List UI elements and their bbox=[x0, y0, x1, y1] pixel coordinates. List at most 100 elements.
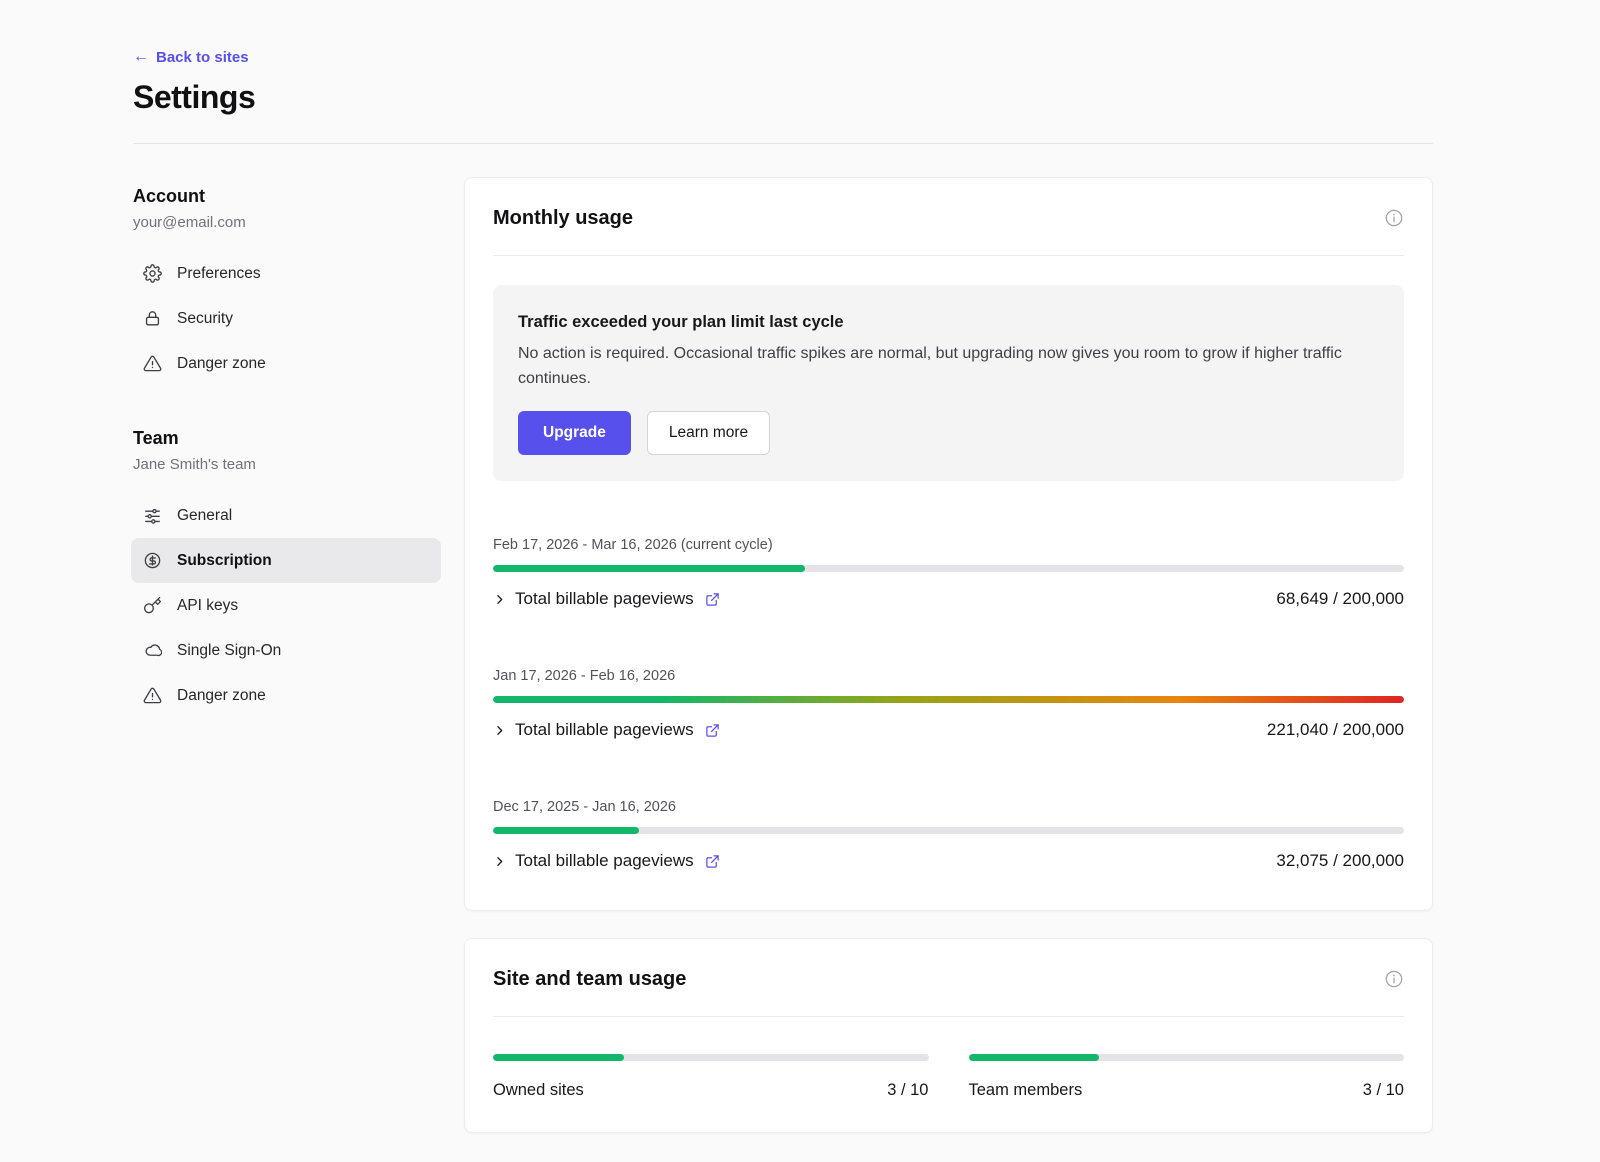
team-members-progress-fill bbox=[969, 1054, 1100, 1061]
sidebar-item-label: Danger zone bbox=[177, 687, 266, 705]
external-link-icon[interactable] bbox=[705, 592, 720, 607]
traffic-exceeded-notice: Traffic exceeded your plan limit last cy… bbox=[493, 285, 1404, 481]
pageviews-expander[interactable]: Total billable pageviews bbox=[493, 720, 720, 740]
cloud-icon bbox=[143, 641, 162, 660]
upgrade-button[interactable]: Upgrade bbox=[518, 411, 631, 455]
team-name: Jane Smith's team bbox=[133, 454, 439, 475]
team-members-progress-bar bbox=[969, 1054, 1405, 1061]
notice-title: Traffic exceeded your plan limit last cy… bbox=[518, 311, 1379, 333]
team-nav: General Subscription API keys bbox=[133, 493, 439, 718]
sidebar-item-security[interactable]: Security bbox=[131, 296, 441, 341]
sidebar-item-label: Subscription bbox=[177, 552, 272, 570]
usage-progress-fill bbox=[493, 565, 805, 572]
account-email: your@email.com bbox=[133, 212, 439, 233]
account-heading: Account bbox=[133, 184, 439, 208]
chevron-right-icon bbox=[493, 724, 506, 737]
team-heading: Team bbox=[133, 426, 439, 450]
usage-value: 221,040 / 200,000 bbox=[1267, 720, 1404, 740]
team-members-labels: Team members 3 / 10 bbox=[969, 1078, 1405, 1102]
team-members-usage: 3 / 10 bbox=[1363, 1078, 1404, 1102]
external-link-icon[interactable] bbox=[705, 854, 720, 869]
usage-progress-bar bbox=[493, 827, 1404, 834]
back-to-sites-link[interactable]: ← Back to sites bbox=[133, 49, 249, 66]
cycle-row: Total billable pageviews 221,040 / 200,0… bbox=[493, 717, 1404, 743]
team-members-label: Team members bbox=[969, 1078, 1083, 1102]
page-title: Settings bbox=[133, 79, 1433, 116]
main-content: Monthly usage Traffic exceeded your plan… bbox=[464, 144, 1433, 1133]
usage-value: 68,649 / 200,000 bbox=[1276, 589, 1404, 609]
back-arrow-icon: ← bbox=[133, 49, 149, 65]
account-nav: Preferences Security Danger zone bbox=[133, 251, 439, 386]
sidebar-item-label: Single Sign-On bbox=[177, 642, 281, 660]
key-icon bbox=[143, 596, 162, 615]
cycle-row: Total billable pageviews 68,649 / 200,00… bbox=[493, 586, 1404, 612]
sidebar-item-danger-zone[interactable]: Danger zone bbox=[131, 341, 441, 386]
usage-progress-bar bbox=[493, 565, 1404, 572]
sidebar-section-team: Team Jane Smith's team General Subscript… bbox=[133, 426, 439, 718]
usage-value: 32,075 / 200,000 bbox=[1276, 851, 1404, 871]
sidebar-item-label: General bbox=[177, 507, 232, 525]
owned-sites-progress-bar bbox=[493, 1054, 929, 1061]
chevron-right-icon bbox=[493, 855, 506, 868]
owned-sites-progress-fill bbox=[493, 1054, 624, 1061]
cycle-period: Dec 17, 2025 - Jan 16, 2026 bbox=[493, 797, 1404, 817]
card-divider bbox=[493, 1016, 1404, 1017]
card-divider bbox=[493, 255, 1404, 256]
content: Account your@email.com Preferences Secur… bbox=[133, 144, 1433, 1133]
usage-progress-fill bbox=[493, 696, 1404, 703]
info-circle-icon[interactable] bbox=[1384, 208, 1404, 228]
monthly-usage-title: Monthly usage bbox=[493, 204, 633, 232]
owned-sites-label: Owned sites bbox=[493, 1078, 584, 1102]
notice-actions: Upgrade Learn more bbox=[518, 411, 1379, 455]
sliders-icon bbox=[143, 506, 162, 525]
notice-body: No action is required. Occasional traffi… bbox=[518, 342, 1379, 391]
warning-triangle-icon bbox=[143, 686, 162, 705]
site-team-usage-title: Site and team usage bbox=[493, 965, 686, 993]
pageviews-label: Total billable pageviews bbox=[515, 851, 694, 871]
monthly-usage-header: Monthly usage bbox=[493, 204, 1404, 232]
cycle-row: Total billable pageviews 32,075 / 200,00… bbox=[493, 848, 1404, 874]
page-header: ← Back to sites Settings bbox=[133, 0, 1433, 116]
pageviews-expander[interactable]: Total billable pageviews bbox=[493, 589, 720, 609]
sidebar-item-label: API keys bbox=[177, 597, 238, 615]
usage-cycle-older: Dec 17, 2025 - Jan 16, 2026 Total billab… bbox=[493, 797, 1404, 874]
monthly-usage-card: Monthly usage Traffic exceeded your plan… bbox=[464, 177, 1433, 911]
owned-sites-labels: Owned sites 3 / 10 bbox=[493, 1078, 929, 1102]
sidebar-item-label: Security bbox=[177, 310, 233, 328]
site-team-usage-card: Site and team usage Owned sites 3 / 10 bbox=[464, 938, 1433, 1133]
sidebar: Account your@email.com Preferences Secur… bbox=[133, 144, 439, 1133]
sidebar-item-general[interactable]: General bbox=[131, 493, 441, 538]
pageviews-expander[interactable]: Total billable pageviews bbox=[493, 851, 720, 871]
lock-icon bbox=[143, 309, 162, 328]
site-team-usage-header: Site and team usage bbox=[493, 965, 1404, 993]
cycle-period: Feb 17, 2026 - Mar 16, 2026 (current cyc… bbox=[493, 535, 1404, 555]
usage-cycle-previous: Jan 17, 2026 - Feb 16, 2026 Total billab… bbox=[493, 666, 1404, 743]
gear-icon bbox=[143, 264, 162, 283]
external-link-icon[interactable] bbox=[705, 723, 720, 738]
team-members-meter: Team members 3 / 10 bbox=[969, 1044, 1405, 1102]
sidebar-item-api-keys[interactable]: API keys bbox=[131, 583, 441, 628]
info-circle-icon[interactable] bbox=[1384, 969, 1404, 989]
sidebar-item-label: Danger zone bbox=[177, 355, 266, 373]
sidebar-item-subscription[interactable]: Subscription bbox=[131, 538, 441, 583]
sidebar-section-account: Account your@email.com Preferences Secur… bbox=[133, 184, 439, 386]
usage-progress-fill bbox=[493, 827, 639, 834]
back-link-label: Back to sites bbox=[156, 49, 249, 66]
learn-more-button[interactable]: Learn more bbox=[647, 411, 770, 455]
warning-triangle-icon bbox=[143, 354, 162, 373]
sidebar-item-label: Preferences bbox=[177, 265, 261, 283]
owned-sites-meter: Owned sites 3 / 10 bbox=[493, 1044, 929, 1102]
usage-progress-bar bbox=[493, 696, 1404, 703]
dollar-circle-icon bbox=[143, 551, 162, 570]
sidebar-item-single-sign-on[interactable]: Single Sign-On bbox=[131, 628, 441, 673]
usage-cycle-current: Feb 17, 2026 - Mar 16, 2026 (current cyc… bbox=[493, 535, 1404, 612]
cycle-period: Jan 17, 2026 - Feb 16, 2026 bbox=[493, 666, 1404, 686]
settings-page: ← Back to sites Settings Account your@em… bbox=[0, 0, 1600, 1133]
pageviews-label: Total billable pageviews bbox=[515, 720, 694, 740]
site-team-meters: Owned sites 3 / 10 Team members 3 / 10 bbox=[493, 1044, 1404, 1102]
sidebar-item-preferences[interactable]: Preferences bbox=[131, 251, 441, 296]
sidebar-item-team-danger-zone[interactable]: Danger zone bbox=[131, 673, 441, 718]
pageviews-label: Total billable pageviews bbox=[515, 589, 694, 609]
chevron-right-icon bbox=[493, 593, 506, 606]
owned-sites-usage: 3 / 10 bbox=[887, 1078, 928, 1102]
